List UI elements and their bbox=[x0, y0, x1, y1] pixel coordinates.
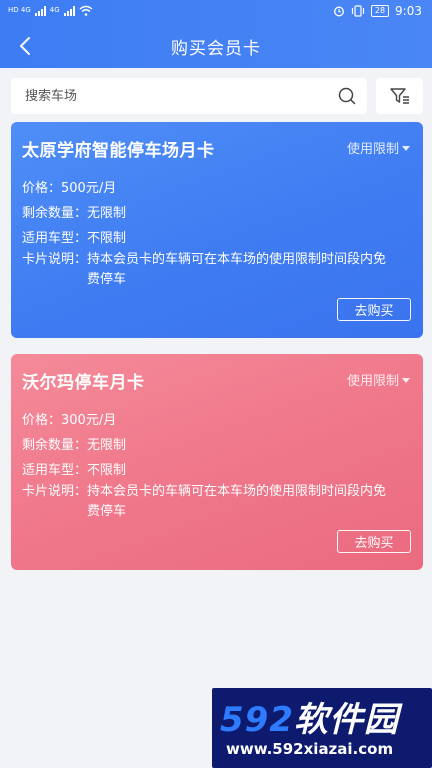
watermark-url: www.592xiazai.com bbox=[226, 740, 394, 758]
wifi-icon bbox=[79, 5, 93, 16]
card-title: 沃尔玛停车月卡 bbox=[22, 373, 145, 393]
usage-limit-dropdown[interactable]: 使用限制 bbox=[347, 138, 410, 157]
signal-icon bbox=[34, 5, 46, 16]
search-icon[interactable] bbox=[337, 86, 357, 106]
price-value: 300元/月 bbox=[61, 413, 117, 428]
vehicle-row: 适用车型： 不限制 bbox=[22, 227, 126, 246]
price-row: 价格： 500元/月 bbox=[22, 177, 116, 196]
battery-indicator: 28 bbox=[370, 5, 390, 17]
description-row: 卡片说明： 持本会员卡的车辆可在本车场的使用限制时间段内免费停车 bbox=[22, 482, 414, 522]
status-time: 9:03 bbox=[395, 4, 422, 18]
remaining-label: 剩余数量： bbox=[22, 206, 88, 221]
search-row bbox=[11, 78, 423, 114]
usage-limit-label: 使用限制 bbox=[346, 374, 399, 389]
remaining-value: 无限制 bbox=[87, 206, 127, 221]
description-label: 卡片说明： bbox=[22, 484, 88, 499]
header: 购买会员卡 bbox=[0, 24, 432, 68]
remaining-value: 无限制 bbox=[87, 438, 127, 453]
usage-limit-dropdown[interactable]: 使用限制 bbox=[347, 370, 410, 389]
watermark-logo-text: 软件园 bbox=[293, 700, 399, 740]
status-bar: HD 4G 4G 28 9:03 bbox=[0, 0, 432, 24]
page: HD 4G 4G 28 9:03 购买会员卡 搜索车场 太原学府智能停车场月卡 … bbox=[0, 0, 432, 768]
caret-down-icon bbox=[402, 146, 410, 151]
usage-limit-label: 使用限制 bbox=[346, 142, 399, 157]
vehicle-label: 适用车型： bbox=[22, 231, 88, 246]
vehicle-row: 适用车型： 不限制 bbox=[22, 459, 126, 478]
signal-icon-2 bbox=[63, 5, 75, 16]
alarm-icon bbox=[333, 6, 344, 17]
buy-button[interactable]: 去购买 bbox=[337, 298, 411, 321]
watermark-logo-number: 592 bbox=[220, 700, 294, 740]
remaining-row: 剩余数量： 无限制 bbox=[22, 202, 126, 221]
description-text: 持本会员卡的车辆可在本车场的使用限制时间段内免费停车 bbox=[87, 252, 387, 287]
description-text: 持本会员卡的车辆可在本车场的使用限制时间段内免费停车 bbox=[87, 484, 387, 519]
card-title: 太原学府智能停车场月卡 bbox=[22, 141, 215, 161]
network-type-1: HD 4G bbox=[8, 6, 31, 14]
price-label: 价格： bbox=[22, 181, 62, 196]
description-row: 卡片说明： 持本会员卡的车辆可在本车场的使用限制时间段内免费停车 bbox=[22, 250, 414, 290]
remaining-label: 剩余数量： bbox=[22, 438, 88, 453]
back-button[interactable] bbox=[10, 30, 42, 62]
filter-button[interactable] bbox=[376, 78, 423, 114]
network-type-2: 4G bbox=[49, 6, 60, 14]
watermark-logo: 592软件园 bbox=[220, 692, 399, 741]
top-bar: HD 4G 4G 28 9:03 购买会员卡 bbox=[0, 0, 432, 68]
vehicle-value: 不限制 bbox=[87, 231, 127, 246]
watermark: 592软件园 www.592xiazai.com bbox=[212, 688, 432, 768]
member-card: 沃尔玛停车月卡 使用限制 价格： 300元/月 剩余数量： 无限制 适用车型： … bbox=[11, 354, 423, 570]
vibrate-icon bbox=[351, 5, 364, 17]
remaining-row: 剩余数量： 无限制 bbox=[22, 434, 126, 453]
vehicle-label: 适用车型： bbox=[22, 463, 88, 478]
price-label: 价格： bbox=[22, 413, 62, 428]
chevron-left-icon bbox=[20, 37, 30, 55]
buy-button[interactable]: 去购买 bbox=[337, 530, 411, 553]
search-input[interactable] bbox=[25, 78, 325, 114]
price-value: 500元/月 bbox=[61, 181, 117, 196]
member-card: 太原学府智能停车场月卡 使用限制 价格： 500元/月 剩余数量： 无限制 适用… bbox=[11, 122, 423, 338]
caret-down-icon bbox=[402, 378, 410, 383]
search-box[interactable] bbox=[11, 78, 367, 114]
price-row: 价格： 300元/月 bbox=[22, 409, 116, 428]
filter-icon bbox=[389, 88, 409, 104]
page-title: 购买会员卡 bbox=[171, 38, 261, 59]
vehicle-value: 不限制 bbox=[87, 463, 127, 478]
description-label: 卡片说明： bbox=[22, 252, 88, 267]
